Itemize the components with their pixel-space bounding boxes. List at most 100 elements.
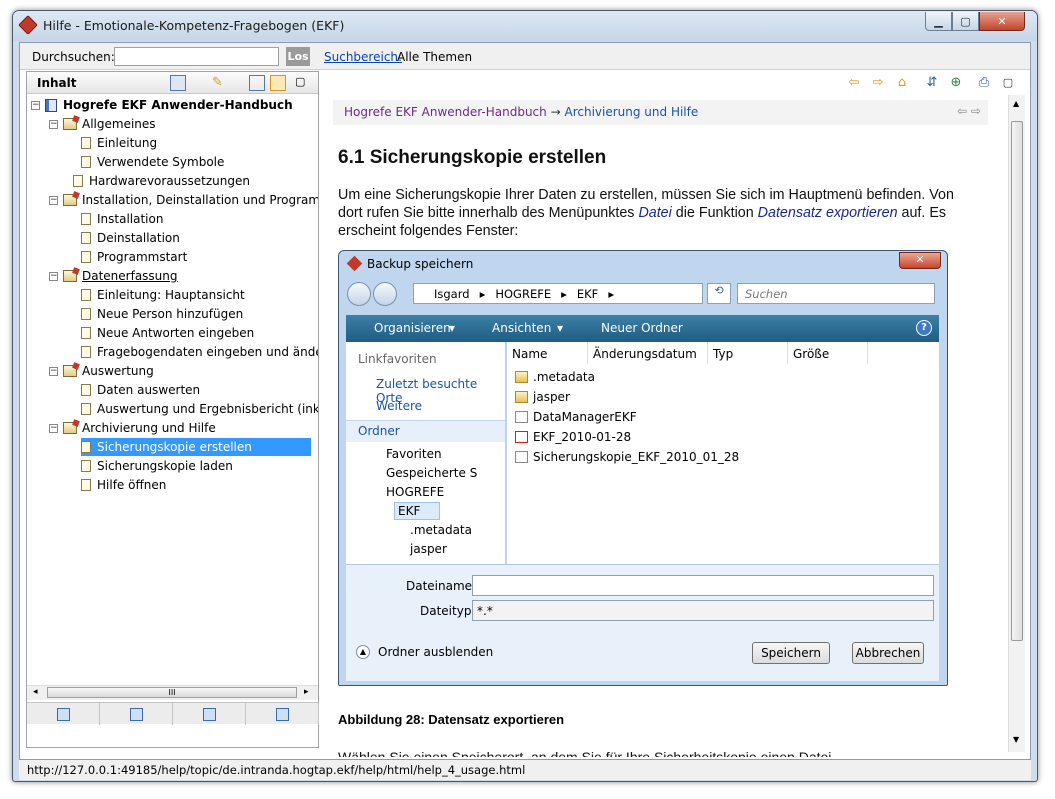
collapse-all-icon[interactable] xyxy=(249,75,265,91)
tree-item[interactable]: Neue Antworten eingeben xyxy=(81,324,254,342)
tree-item-label: Installation xyxy=(97,212,164,226)
tree-item[interactable]: Hilfe öffnen xyxy=(81,476,166,494)
tree-item[interactable]: Einleitung: Hauptansicht xyxy=(81,286,245,304)
following-paragraph: Wählen Sie einen Speicherort, an dem Sie… xyxy=(338,749,832,757)
print-icon[interactable] xyxy=(170,75,186,91)
tree-item-label: Sicherungskopie laden xyxy=(97,459,233,473)
dialog-path: Isgard ▸ HOGREFE ▸ EKF ▸ xyxy=(413,283,703,304)
tree-item[interactable]: − Allgemeines xyxy=(49,115,156,133)
tree-item[interactable]: − Auswertung xyxy=(49,362,154,380)
forward-icon[interactable]: ⇨ xyxy=(870,75,886,91)
page-icon xyxy=(81,327,91,339)
expand-toggle-icon[interactable]: − xyxy=(31,100,40,110)
search-go-button[interactable]: Los xyxy=(286,47,310,66)
maximize-button[interactable]: ▢ xyxy=(952,12,979,31)
search-results-tab-icon xyxy=(202,707,216,721)
tree-item[interactable]: Fragebogendaten eingeben und ändern xyxy=(81,343,318,361)
expand-toggle-icon[interactable]: − xyxy=(49,366,58,376)
dialog-back-icon xyxy=(347,282,371,306)
print-page-icon[interactable]: ⎙ xyxy=(976,75,992,91)
topic-nav-arrows[interactable]: ⇦ ⇨ xyxy=(957,104,981,118)
tree-item-label: Einleitung: Hauptansicht xyxy=(97,288,245,302)
tree-item[interactable]: Daten auswerten xyxy=(81,381,200,399)
tree-item[interactable]: − Hogrefe EKF Anwender-Handbuch xyxy=(31,96,293,114)
expand-toggle-icon[interactable]: − xyxy=(49,423,58,433)
path-seg-1: Isgard xyxy=(434,286,470,301)
dialog-address-bar: Isgard ▸ HOGREFE ▸ EKF ▸ ⟲ Suchen xyxy=(347,282,939,307)
home-icon[interactable]: ⌂ xyxy=(894,75,910,91)
nav-tree-favoriten: Favoriten xyxy=(386,447,442,461)
tab-index[interactable] xyxy=(100,703,173,725)
tree-item[interactable]: Auswertung und Ergebnisbericht (inkl. Dr xyxy=(81,400,318,418)
tree-item[interactable]: Neue Person hinzufügen xyxy=(81,305,243,323)
tab-contents[interactable] xyxy=(27,703,100,725)
window-title: Hilfe - Emotionale-Kompetenz-Fragebogen … xyxy=(43,18,345,33)
tree-item[interactable]: Sicherungskopie laden xyxy=(81,457,233,475)
tree-item[interactable]: Sicherungskopie erstellen xyxy=(81,438,311,456)
tree-hscroll-thumb[interactable]: III xyxy=(47,687,297,698)
tree-item-label: Deinstallation xyxy=(97,231,180,245)
content-vertical-scrollbar[interactable]: ▲ ▼ xyxy=(1008,95,1025,752)
nav-more: Weitere xyxy=(376,399,423,413)
close-button[interactable]: ✕ xyxy=(979,12,1025,31)
figure-caption: Abbildung 28: Datensatz exportieren xyxy=(338,712,565,727)
file-row: Sicherungskopie_EKF_2010_01_28 xyxy=(515,447,739,466)
page-icon xyxy=(81,479,91,491)
tree-item[interactable]: Einleitung xyxy=(81,134,157,152)
tree-item[interactable]: Programmstart xyxy=(81,248,187,266)
tree-item-label: Auswertung xyxy=(82,364,154,378)
link-with-contents-icon[interactable] xyxy=(270,75,286,91)
highlight-icon[interactable]: ✎ xyxy=(212,75,228,91)
dialog-title-bar: Backup speichern ✕ xyxy=(339,251,947,277)
tree-item[interactable]: − Installation, Deinstallation und Progra… xyxy=(49,191,318,209)
dialog-search-field: Suchen xyxy=(737,283,935,304)
folder-topic-icon xyxy=(63,422,77,434)
show-in-contents-icon[interactable]: ⇵ xyxy=(924,75,940,91)
para-menu-datei: Datei xyxy=(638,205,672,221)
page-icon xyxy=(81,137,91,149)
content-toolbar: ⇦ ⇨ ⌂ ⇵ ⊕ ⎙ ▢ xyxy=(324,71,1030,95)
cmd-organize: Organisieren xyxy=(374,321,451,335)
expand-toggle-icon[interactable]: − xyxy=(49,195,58,205)
tree-horizontal-scrollbar[interactable]: ◂ III ▸ xyxy=(27,685,318,700)
tree-item[interactable]: Installation xyxy=(81,210,163,228)
path-seg-3: EKF xyxy=(576,286,599,301)
content-scroll-thumb[interactable] xyxy=(1011,121,1023,641)
folder-topic-icon xyxy=(63,365,77,377)
path-seg-2: HOGREFE xyxy=(495,286,552,301)
breadcrumb-root[interactable]: Hogrefe EKF Anwender-Handbuch xyxy=(344,105,547,119)
nav-favorites-header: Linkfavoriten xyxy=(358,352,437,366)
tab-bookmarks[interactable] xyxy=(246,703,319,725)
expand-toggle-icon[interactable]: − xyxy=(49,119,58,129)
tree-item-label: Hardwarevoraussetzungen xyxy=(89,174,250,188)
page-icon xyxy=(81,156,91,168)
tree-item-label: Sicherungskopie erstellen xyxy=(97,440,252,454)
file-name: jasper xyxy=(533,389,570,404)
pane-tabs xyxy=(27,702,319,725)
add-bookmark-icon[interactable]: ⊕ xyxy=(948,75,964,91)
tree-item-label: Hilfe öffnen xyxy=(97,478,167,492)
para-text-2: die Funktion xyxy=(671,205,758,221)
document-icon xyxy=(515,410,528,423)
tree-item[interactable]: Hardwarevoraussetzungen xyxy=(73,172,250,190)
search-input[interactable] xyxy=(114,47,279,66)
tab-search-results[interactable] xyxy=(173,703,246,725)
maximize-pane-icon[interactable]: ▢ xyxy=(295,75,311,91)
breadcrumb-current[interactable]: Archivierung und Hilfe xyxy=(564,105,698,119)
cmd-new-folder: Neuer Ordner xyxy=(601,321,683,335)
maximize-content-icon[interactable]: ▢ xyxy=(1000,75,1016,91)
title-bar[interactable]: Hilfe - Emotionale-Kompetenz-Fragebogen … xyxy=(13,11,1037,41)
search-bar: Durchsuchen: Los Suchbereich: Alle Theme… xyxy=(20,43,1030,70)
expand-toggle-icon[interactable]: − xyxy=(49,271,58,281)
tree-item[interactable]: Verwendete Symbole xyxy=(81,153,224,171)
intro-paragraph: Um eine Sicherungskopie Ihrer Daten zu e… xyxy=(338,186,978,240)
search-scope-link[interactable]: Suchbereich: xyxy=(324,50,402,64)
dialog-help-icon: ? xyxy=(916,320,932,336)
tree-item[interactable]: − Datenerfassung xyxy=(49,267,178,285)
back-icon[interactable]: ⇦ xyxy=(846,75,862,91)
tree-item[interactable]: − Archivierung und Hilfe xyxy=(49,419,216,437)
filetype-field: *.* xyxy=(472,600,934,621)
tree-item[interactable]: Deinstallation xyxy=(81,229,180,247)
dialog-cancel-button: Abbrechen xyxy=(852,642,924,664)
minimize-button[interactable]: ▁ xyxy=(925,12,952,31)
